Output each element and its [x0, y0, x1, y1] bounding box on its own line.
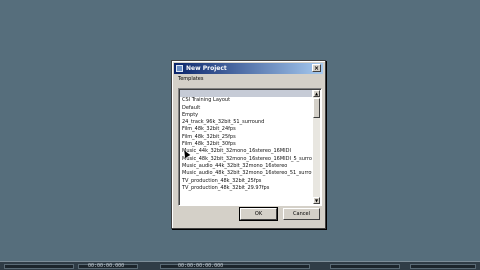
- templates-scrollbar[interactable]: ▲ ▼: [313, 90, 320, 204]
- scroll-thumb[interactable]: [313, 98, 320, 118]
- dialog-titlebar[interactable]: New Project ×: [174, 63, 323, 74]
- template-item[interactable]: TV_production_48k_32bit_25fps: [180, 178, 312, 185]
- template-item[interactable]: Music_audio_44k_32bit_32mono_16stereo: [180, 163, 312, 170]
- scroll-up-icon[interactable]: ▲: [313, 90, 320, 97]
- transport-segment[interactable]: [4, 264, 74, 269]
- transport-segment[interactable]: [410, 264, 476, 269]
- template-item[interactable]: Music_audio_48k_32bit_32mono_16stereo_51…: [180, 170, 312, 177]
- close-icon[interactable]: ×: [312, 64, 321, 72]
- template-item[interactable]: Film_48k_32bit_24fps: [180, 126, 312, 133]
- dialog-title: New Project: [186, 65, 227, 72]
- template-item[interactable]: Music_44k_32bit_32mono_16stereo_16MIDI: [180, 148, 312, 155]
- template-item[interactable]: Empty: [180, 112, 312, 119]
- template-item[interactable]: Film_48k_32bit_30fps: [180, 141, 312, 148]
- template-item[interactable]: Default: [180, 105, 312, 112]
- template-item[interactable]: 24_track_96k_32bit_51_surround: [180, 119, 312, 126]
- templates-list[interactable]: Empty CSI Training Layout Default Empty 24_t…: [180, 90, 312, 204]
- scroll-down-icon[interactable]: ▼: [313, 197, 320, 204]
- transport-segment[interactable]: [330, 264, 400, 269]
- cancel-button[interactable]: Cancel: [283, 208, 320, 220]
- templates-listbox[interactable]: Empty CSI Training Layout Default Empty 24_t…: [178, 88, 322, 206]
- new-project-dialog: New Project × Templates Empty CSI Trainin…: [171, 60, 326, 229]
- transport-bar: 00:00:00.000 00:00:00:00.000: [0, 261, 480, 270]
- time-display-right: 00:00:00:00.000: [178, 263, 224, 269]
- template-item[interactable]: Empty: [180, 90, 312, 98]
- ok-button[interactable]: OK: [239, 207, 278, 221]
- template-item[interactable]: CSI Training Layout: [180, 97, 312, 104]
- time-display-left: 00:00:00.000: [88, 263, 125, 269]
- templates-label: Templates: [178, 76, 204, 82]
- template-item[interactable]: TV_production_48k_32bit_29.97fps: [180, 185, 312, 192]
- template-item[interactable]: Film_48k_32bit_25fps: [180, 134, 312, 141]
- template-item[interactable]: Music_48k_32bit_32mono_16stereo_16MIDI_5…: [180, 156, 312, 163]
- app-icon: [176, 65, 183, 72]
